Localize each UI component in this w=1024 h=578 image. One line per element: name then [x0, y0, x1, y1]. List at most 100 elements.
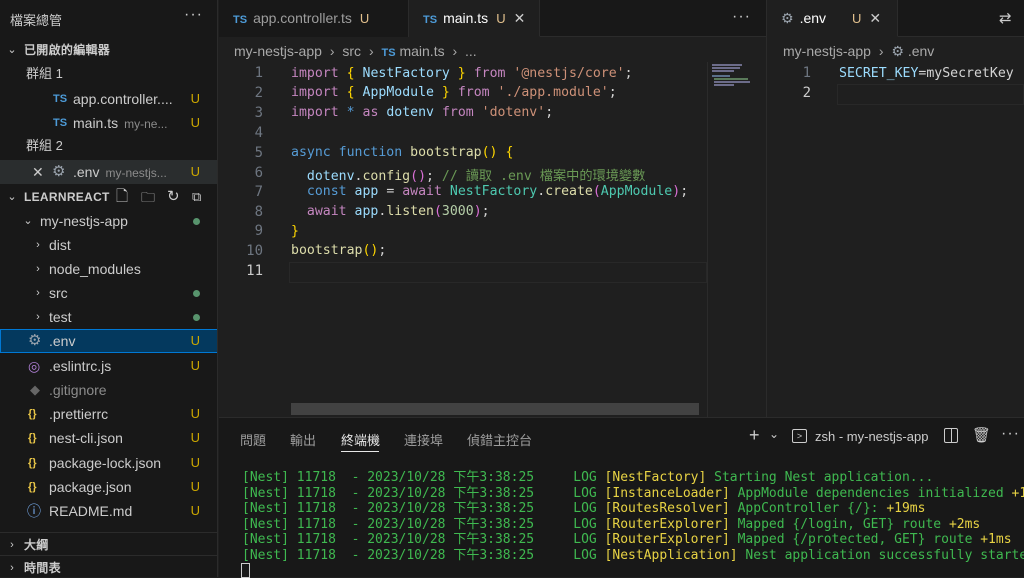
- folder-name: src: [49, 285, 68, 301]
- split-terminal-icon[interactable]: [944, 428, 958, 443]
- open-editor-item[interactable]: TS main.ts my-ne... U: [0, 111, 217, 135]
- line-number: 4: [254, 125, 263, 141]
- tree-item-node-modules[interactable]: › node_modules: [0, 257, 217, 281]
- active-tab-underline: [341, 451, 379, 452]
- open-editor-name: app.controller....: [73, 91, 173, 107]
- chevron-down-icon: ⌄: [7, 191, 17, 203]
- modified-dot: [193, 314, 200, 321]
- untracked-badge: U: [190, 455, 200, 470]
- tab-problems[interactable]: 問題: [240, 430, 266, 449]
- tree-item-readme[interactable]: ⓘ README.md U: [0, 499, 217, 523]
- terminal-name[interactable]: zsh - my-nestjs-app: [815, 429, 928, 444]
- code-line: import * as dotenv from 'dotenv';: [291, 105, 554, 120]
- open-editor-item[interactable]: TS app.controller.... U: [0, 87, 217, 111]
- current-line-highlight: [289, 262, 707, 283]
- folder-name: my-nestjs-app: [40, 213, 128, 229]
- tree-item-eslintrc[interactable]: ◎ .eslintrc.js U: [0, 354, 217, 378]
- breadcrumb-item[interactable]: ...: [465, 43, 477, 59]
- more-actions-icon[interactable]: ···: [184, 6, 203, 24]
- tree-item-dist[interactable]: › dist: [0, 233, 217, 257]
- new-file-icon[interactable]: 🗋: [116, 185, 128, 209]
- untracked-badge: U: [190, 406, 200, 421]
- more-actions-icon[interactable]: ···: [732, 8, 751, 26]
- file-name: package.json: [49, 479, 132, 495]
- chevron-right-icon: ›: [10, 539, 14, 551]
- trash-icon[interactable]: 🗑: [972, 426, 991, 444]
- editor-group-2[interactable]: 群組 2: [0, 134, 217, 158]
- breadcrumb-item[interactable]: my-nestjs-app: [783, 43, 871, 59]
- code-editor-main[interactable]: 1 2 3 4 5 6 7 8 9 10 11 import { NestFac…: [219, 62, 707, 417]
- line-number: 7: [254, 184, 263, 200]
- terminal-line: [Nest] 11718 - 2023/10/28 下午3:38:25 LOG …: [242, 470, 934, 485]
- untracked-badge: U: [190, 430, 200, 445]
- tab-debug-console[interactable]: 偵錯主控台: [467, 430, 532, 449]
- timeline-section[interactable]: › 時間表: [0, 555, 217, 577]
- tab-env[interactable]: ⚙ .env U ✕: [767, 0, 898, 37]
- refresh-icon[interactable]: ↻: [167, 185, 180, 209]
- folder-name: test: [49, 309, 72, 325]
- group-label: 群組 1: [26, 66, 63, 81]
- tab-app-controller[interactable]: TS app.controller.ts U: [219, 0, 409, 37]
- editor-group-1[interactable]: 群組 1: [0, 62, 217, 86]
- open-editors-section[interactable]: ⌄ 已開啟的編輯器: [0, 38, 217, 62]
- chevron-down-icon[interactable]: ⌄: [769, 427, 779, 441]
- close-icon[interactable]: ✕: [869, 10, 881, 26]
- code-line: import { AppModule } from './app.module'…: [291, 85, 617, 100]
- modified-dot: [193, 218, 200, 225]
- chevron-down-icon: ⌄: [7, 44, 17, 56]
- compare-changes-icon[interactable]: ⇄: [999, 9, 1012, 27]
- terminal-line: [Nest] 11718 - 2023/10/28 下午3:38:25 LOG …: [242, 485, 1024, 501]
- tab-terminal[interactable]: 終端機: [341, 430, 380, 449]
- untracked-badge: U: [359, 11, 370, 26]
- file-name: README.md: [49, 503, 133, 519]
- add-terminal-icon[interactable]: +: [749, 425, 760, 446]
- tab-main-ts[interactable]: TS main.ts U ✕: [409, 0, 540, 37]
- new-folder-icon[interactable]: 🗀: [141, 185, 155, 209]
- tree-item-package[interactable]: {} package.json U: [0, 475, 217, 499]
- tree-item-test[interactable]: › test: [0, 305, 217, 329]
- breadcrumb-item[interactable]: my-nestjs-app: [234, 43, 322, 59]
- untracked-badge: U: [190, 164, 200, 179]
- untracked-badge: U: [190, 479, 200, 494]
- tab-output[interactable]: 輸出: [290, 430, 316, 449]
- tree-item-package-lock[interactable]: {} package-lock.json U: [0, 451, 217, 475]
- explorer-sidebar: 檔案總管 ··· ⌄ 已開啟的編輯器 群組 1 TS app.controlle…: [0, 0, 218, 577]
- close-icon[interactable]: ✕: [514, 10, 526, 26]
- gear-file-icon: ⚙: [891, 43, 904, 59]
- minimap[interactable]: [707, 62, 765, 417]
- folder-name: node_modules: [49, 261, 141, 277]
- outline-header: 大綱: [24, 538, 49, 552]
- tree-item-env[interactable]: ⚙ .env U: [0, 329, 217, 353]
- more-actions-icon[interactable]: ···: [1001, 425, 1020, 443]
- file-name: .gitignore: [49, 382, 107, 398]
- file-name: package-lock.json: [49, 455, 162, 471]
- tab-ports[interactable]: 連接埠: [404, 430, 443, 449]
- tree-item-prettierrc[interactable]: {} .prettierrc U: [0, 402, 217, 426]
- breadcrumb-item[interactable]: src: [342, 43, 361, 59]
- typescript-file-icon: TS: [423, 14, 438, 26]
- folder-root[interactable]: ⌄ my-nestjs-app: [0, 209, 217, 233]
- breadcrumb-item[interactable]: main.ts: [399, 43, 444, 59]
- code-editor-env[interactable]: 1 2 SECRET_KEY=mySecretKey: [767, 62, 1024, 417]
- untracked-badge: U: [496, 11, 506, 26]
- line-number: 1: [254, 65, 263, 81]
- tree-item-gitignore[interactable]: ◆ .gitignore: [0, 378, 217, 402]
- gear-file-icon: ⚙: [28, 332, 42, 349]
- close-icon[interactable]: ✕: [32, 160, 44, 184]
- breadcrumb-item[interactable]: .env: [908, 43, 934, 59]
- breadcrumb: my-nestjs-app › src › TS main.ts › ...: [234, 43, 477, 59]
- code-line: }: [291, 224, 299, 239]
- open-editor-item[interactable]: ✕ ⚙ .env my-nestjs... U: [0, 160, 217, 184]
- outline-section[interactable]: › 大綱: [0, 532, 217, 556]
- code-line: const app = await NestFactory.create(App…: [306, 184, 689, 199]
- horizontal-scrollbar[interactable]: [291, 403, 699, 415]
- project-section[interactable]: ⌄ LEARNREACT 🗋 🗀 ↻ ⧉: [0, 185, 217, 209]
- collapse-all-icon[interactable]: ⧉: [192, 185, 201, 209]
- tree-item-src[interactable]: › src: [0, 281, 217, 305]
- typescript-file-icon: TS: [233, 14, 248, 26]
- editor-tabbar-1: TS app.controller.ts U TS main.ts U ✕ ···: [219, 0, 766, 37]
- code-line: await app.listen(3000);: [306, 204, 490, 219]
- env-value: mySecretKey: [926, 66, 1014, 81]
- env-key: SECRET_KEY: [839, 66, 919, 81]
- tree-item-nest-cli[interactable]: {} nest-cli.json U: [0, 426, 217, 450]
